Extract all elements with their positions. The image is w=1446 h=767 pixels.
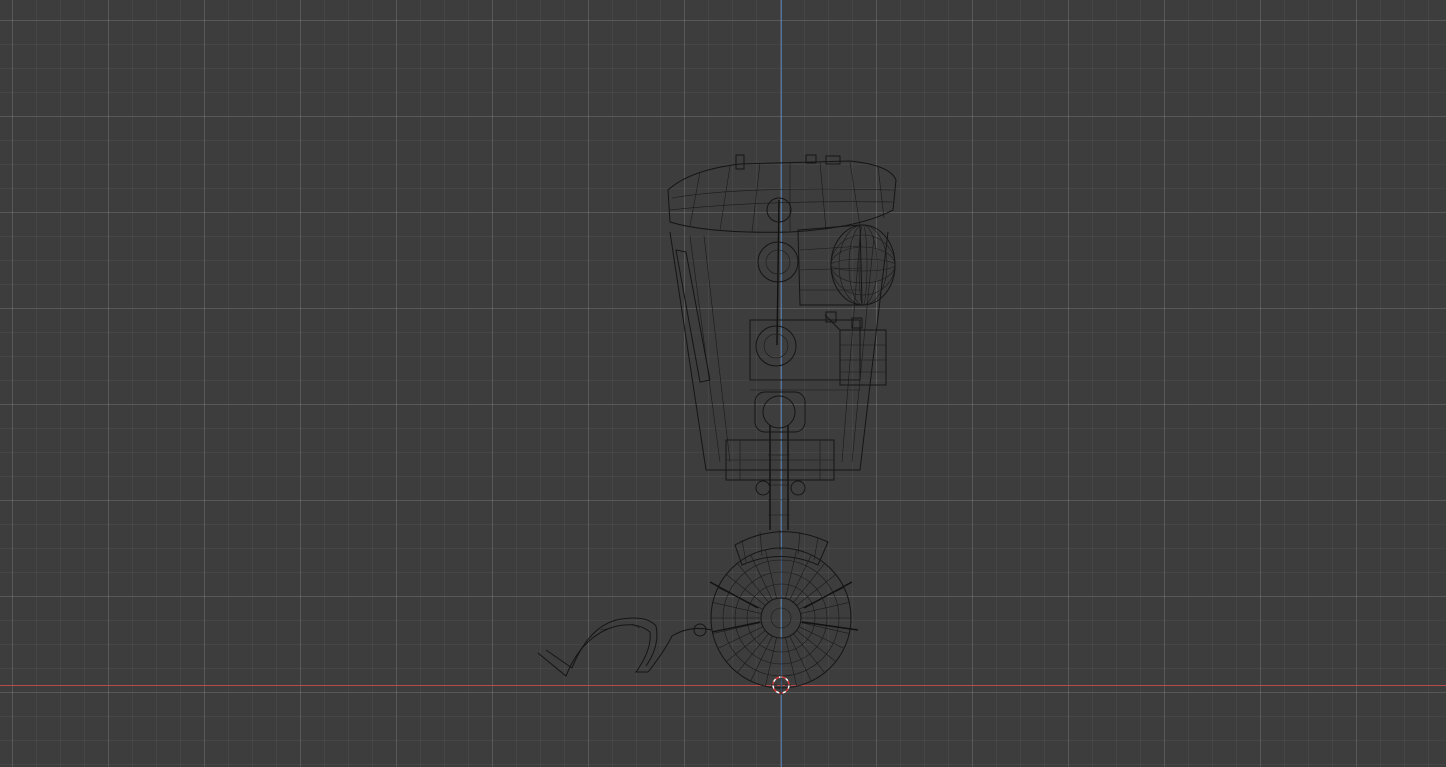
tail-ribbon xyxy=(537,617,713,677)
wheel xyxy=(709,530,859,689)
body-shell xyxy=(669,231,889,481)
eye-lens xyxy=(797,224,896,306)
3d-cursor-icon[interactable] xyxy=(771,675,791,695)
head-cap xyxy=(667,154,897,233)
3d-viewport[interactable] xyxy=(0,0,1446,767)
robot-wireframe-model[interactable] xyxy=(0,0,1446,767)
